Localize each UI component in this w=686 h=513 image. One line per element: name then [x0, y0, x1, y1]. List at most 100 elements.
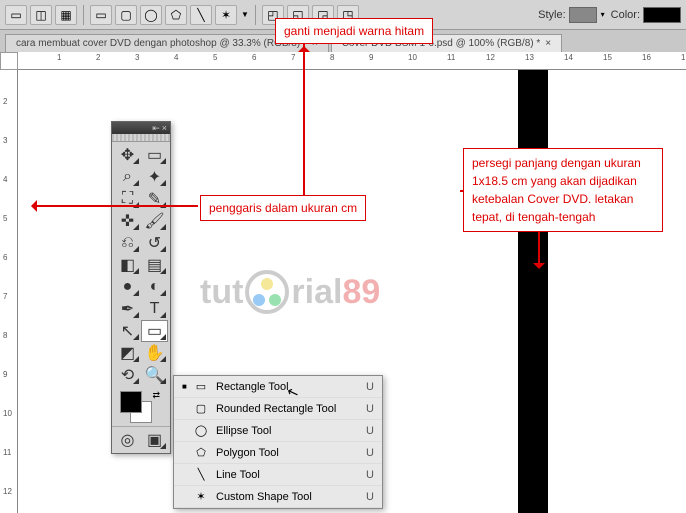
ruler-mark: 9 — [3, 370, 7, 379]
shape-tool-flyout: ■▭Rectangle ToolU▢Rounded Rectangle Tool… — [173, 375, 383, 509]
magic-wand-tool[interactable]: ✦ — [141, 166, 168, 188]
tab-label: cara membuat cover DVD dengan photoshop … — [16, 38, 307, 49]
zoom-tool[interactable]: 🔍 — [141, 364, 168, 386]
flyout-item-custom-shape-tool[interactable]: ✶Custom Shape ToolU — [174, 486, 382, 508]
tool-icon: ╲ — [192, 468, 210, 481]
arrow-head-icon — [533, 263, 545, 275]
tool-icon: ⬠ — [192, 446, 210, 459]
ruler-mark: 8 — [330, 53, 334, 62]
fill-pixels-icon[interactable]: ▦ — [55, 5, 77, 25]
move-tool[interactable]: ✥ — [114, 144, 141, 166]
rectangle-tool[interactable]: ▭ — [141, 320, 168, 342]
tools-panel-header[interactable]: ⇤ × — [112, 122, 170, 134]
line-icon[interactable]: ╲ — [190, 5, 212, 25]
tool-icon: ✶ — [192, 490, 210, 503]
tool-icon: ▢ — [192, 402, 210, 415]
arrow-line — [303, 43, 305, 198]
flyout-label: Custom Shape Tool — [216, 491, 366, 503]
flyout-item-ellipse-tool[interactable]: ◯Ellipse ToolU — [174, 420, 382, 442]
color-swatches: ⇄ — [112, 388, 170, 426]
ruler-mark: 7 — [291, 53, 295, 62]
3d-tool[interactable]: ◩ — [114, 342, 141, 364]
ruler-mark: 6 — [252, 53, 256, 62]
path-selection-tool[interactable]: ↖ — [114, 320, 141, 342]
ruler-mark: 14 — [564, 53, 573, 62]
tool-icon: ◯ — [192, 424, 210, 437]
history-brush-tool[interactable]: ↺ — [141, 232, 168, 254]
marquee-tool[interactable]: ▭ — [141, 144, 168, 166]
pen-tool[interactable]: ✒ — [114, 298, 141, 320]
ruler-mark: 2 — [96, 53, 100, 62]
foreground-color-swatch[interactable] — [120, 391, 142, 413]
ruler-mark: 13 — [525, 53, 534, 62]
ruler-mark: 8 — [3, 331, 7, 340]
paths-icon[interactable]: ◫ — [30, 5, 52, 25]
flyout-shortcut: U — [366, 447, 374, 459]
clone-stamp-tool[interactable]: ⎌ — [114, 232, 141, 254]
rect-icon[interactable]: ▭ — [90, 5, 112, 25]
ruler-mark: 4 — [174, 53, 178, 62]
ruler-mark: 7 — [3, 292, 7, 301]
close-icon[interactable]: × — [545, 38, 551, 49]
hand-tool[interactable]: ✋ — [141, 342, 168, 364]
ruler-mark: 12 — [3, 487, 12, 496]
rounded-rect-icon[interactable]: ▢ — [115, 5, 137, 25]
ruler-mark: 3 — [3, 136, 7, 145]
ruler-mark: 11 — [447, 53, 455, 62]
flyout-item-polygon-tool[interactable]: ⬠Polygon ToolU — [174, 442, 382, 464]
healing-brush-tool[interactable]: ✜ — [114, 210, 141, 232]
annotation-top: ganti menjadi warna hitam — [275, 18, 433, 44]
rotate-tool[interactable]: ⟲ — [114, 364, 141, 386]
ruler-mark: 12 — [486, 53, 495, 62]
collapse-icon[interactable]: ⇤ — [152, 124, 160, 133]
ruler-horizontal[interactable]: 1234567891011121314151617 — [18, 52, 686, 70]
ruler-mark: 15 — [603, 53, 612, 62]
flyout-item-rectangle-tool[interactable]: ■▭Rectangle ToolU — [174, 376, 382, 398]
ellipse-icon[interactable]: ◯ — [140, 5, 162, 25]
tools-grip[interactable] — [112, 134, 170, 142]
ruler-mark: 9 — [369, 53, 373, 62]
type-tool[interactable]: T — [141, 298, 168, 320]
arrow-line — [33, 205, 198, 207]
watermark-circle-icon — [245, 270, 289, 314]
ruler-origin[interactable] — [0, 52, 18, 70]
ruler-mark: 17 — [681, 53, 686, 62]
blur-tool[interactable]: ● — [114, 276, 141, 298]
bullet-icon: ■ — [182, 382, 192, 391]
lasso-tool[interactable]: ⌕ — [114, 166, 141, 188]
flyout-item-rounded-rectangle-tool[interactable]: ▢Rounded Rectangle ToolU — [174, 398, 382, 420]
style-swatch[interactable] — [569, 7, 597, 23]
ruler-mark: 4 — [3, 175, 7, 184]
flyout-label: Ellipse Tool — [216, 425, 366, 437]
eraser-tool[interactable]: ◧ — [114, 254, 141, 276]
gradient-tool[interactable]: ▤ — [141, 254, 168, 276]
color-swatch[interactable] — [643, 7, 681, 23]
black-rectangle-shape[interactable] — [518, 70, 548, 513]
dodge-tool[interactable]: ◐ — [141, 276, 168, 298]
annotation-mid: penggaris dalam ukuran cm — [200, 195, 366, 221]
quick-mask-tool[interactable]: ◎ — [114, 429, 141, 451]
screen-mode-tool[interactable]: ▣ — [141, 429, 168, 451]
flyout-item-line-tool[interactable]: ╲Line ToolU — [174, 464, 382, 486]
ruler-mark: 6 — [3, 253, 7, 262]
style-dropdown-icon[interactable]: ▾ — [601, 10, 605, 19]
flyout-shortcut: U — [366, 381, 374, 393]
ruler-mark: 5 — [3, 214, 7, 223]
custom-shape-icon[interactable]: ✶ — [215, 5, 237, 25]
annotation-right: persegi panjang dengan ukuran 1x18.5 cm … — [463, 148, 663, 232]
shape-layers-icon[interactable]: ▭ — [5, 5, 27, 25]
ruler-vertical[interactable]: 23456789101112 — [0, 70, 18, 513]
shape-dropdown-icon[interactable]: ▼ — [241, 10, 249, 19]
polygon-icon[interactable]: ⬠ — [165, 5, 187, 25]
swap-colors-icon[interactable]: ⇄ — [152, 390, 160, 401]
tools-panel: ⇤ × ✥ ▭ ⌕ ✦ ⛶ ✎ ✜ 🖌 ⎌ ↺ ◧ ▤ ● ◐ ✒ T ↖ ▭ … — [111, 121, 171, 454]
brush-tool[interactable]: 🖌 — [141, 210, 168, 232]
style-label: Style: — [538, 9, 566, 21]
ruler-mark: 2 — [3, 97, 7, 106]
arrow-head-icon — [25, 200, 37, 212]
tool-icon: ▭ — [192, 380, 210, 393]
flyout-shortcut: U — [366, 469, 374, 481]
close-icon[interactable]: × — [162, 124, 167, 133]
ruler-mark: 1 — [57, 53, 61, 62]
ruler-mark: 3 — [135, 53, 139, 62]
